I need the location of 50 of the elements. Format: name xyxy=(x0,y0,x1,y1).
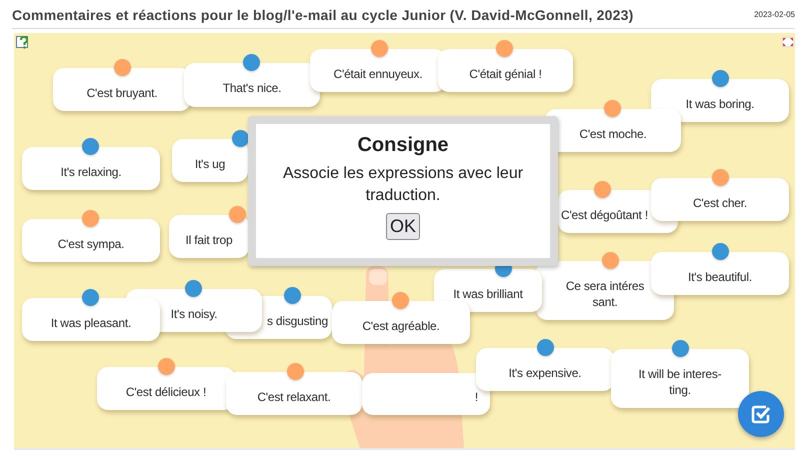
word-card[interactable]: C'est bruyant. xyxy=(53,68,191,111)
word-card[interactable]: It was pleasant. xyxy=(22,298,160,341)
word-card[interactable]: C'est agréable. xyxy=(332,301,470,344)
card-text: It's beautiful. xyxy=(688,268,752,284)
card-text: It's expensive. xyxy=(508,364,582,380)
card-text: C'est agréable. xyxy=(362,318,440,334)
card-text: Ce sera intéres sant. xyxy=(566,278,644,310)
word-card[interactable]: Il fait trop xyxy=(169,215,249,258)
word-card[interactable]: That's nice. xyxy=(184,63,320,107)
word-card[interactable]: It was boring. xyxy=(651,79,789,122)
card-text: ! xyxy=(474,389,478,405)
card-text: s disgusting xyxy=(267,312,328,328)
card-text: C'est bruyant. xyxy=(86,84,158,100)
card-text: C'était ennuyeux. xyxy=(334,66,422,82)
word-card[interactable]: It's beautiful. xyxy=(651,252,789,295)
word-card[interactable]: C'est cher. xyxy=(651,178,789,221)
word-card[interactable]: It's ug xyxy=(172,139,248,182)
card-text: C'est cher. xyxy=(692,194,748,210)
card-text: It's relaxing. xyxy=(60,164,122,180)
word-card[interactable]: C'est relaxant. xyxy=(226,372,362,415)
dialog-title: Consigne xyxy=(357,134,449,157)
card-text: It was boring. xyxy=(686,96,754,112)
date-label: 2023-02-05 xyxy=(754,10,795,19)
card-text: It was brilliant xyxy=(453,286,523,302)
word-card[interactable]: It will be interes- ting. xyxy=(611,349,749,408)
card-text: C'était génial ! xyxy=(469,66,542,82)
ok-button[interactable]: OK xyxy=(386,213,420,240)
help-icon[interactable] xyxy=(16,35,30,49)
card-text: Il fait trop xyxy=(186,232,232,248)
word-card[interactable]: C'est délicieux ! xyxy=(97,367,235,410)
word-card[interactable]: C'est moche. xyxy=(545,109,681,152)
card-text: C'est sympa. xyxy=(58,236,124,252)
card-text: C'est dégoûtant ! xyxy=(561,206,648,222)
word-card[interactable]: C'était génial ! xyxy=(438,49,573,92)
dialog-message: Associe les expressions avec leur traduction. xyxy=(282,164,524,206)
card-text: C'est relaxant. xyxy=(257,388,331,404)
card-text: C'est délicieux ! xyxy=(126,384,206,400)
card-text: It's ug xyxy=(194,156,226,172)
card-text: That's nice. xyxy=(222,80,282,96)
page-title: Commentaires et réactions pour le blog/l'e-mail au cycle Junior (V. David-McGonnell, 2023) xyxy=(12,7,634,23)
card-text: It's noisy. xyxy=(170,306,218,322)
card-text: It will be interes- ting. xyxy=(638,366,722,398)
checkbox-icon xyxy=(751,404,771,424)
word-card[interactable]: It's relaxing. xyxy=(22,147,160,190)
fullscreen-icon[interactable] xyxy=(782,37,794,47)
card-text: C'est moche. xyxy=(579,126,647,142)
word-card[interactable]: C'est sympa. xyxy=(22,219,160,262)
word-card[interactable]: ! xyxy=(362,373,490,415)
check-button[interactable] xyxy=(738,391,784,437)
word-card[interactable]: It's expensive. xyxy=(476,348,614,391)
